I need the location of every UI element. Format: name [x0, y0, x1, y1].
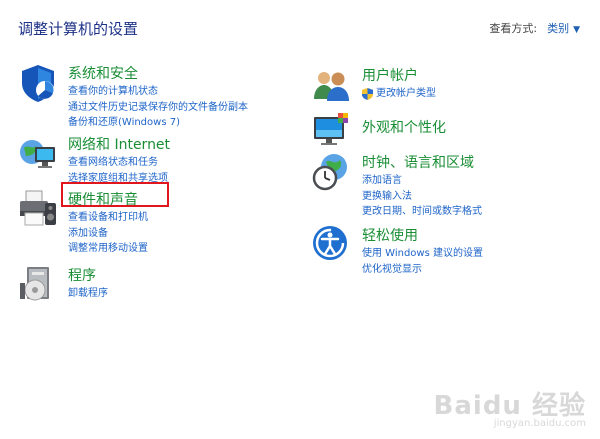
links-ease-of-access: 使用 Windows 建议的设置 优化视觉显示 — [362, 246, 483, 277]
watermark-title: Baidu 经验 — [433, 391, 586, 421]
links-clock-language: 添加语言 更换输入法 更改日期、时间或数字格式 — [362, 173, 482, 220]
category-title-programs[interactable]: 程序 — [68, 265, 96, 285]
printer-icon[interactable] — [18, 189, 58, 229]
view-by-label: 查看方式: — [489, 22, 538, 35]
link-devices-printers[interactable]: 查看设备和打印机 — [68, 210, 148, 226]
category-title-clock-language[interactable]: 时钟、语言和区域 — [362, 152, 474, 172]
category-title-ease-of-access[interactable]: 轻松使用 — [362, 225, 418, 245]
page-title: 调整计算机的设置 — [18, 20, 139, 38]
link-change-account-type[interactable]: 更改帐户类型 — [362, 86, 436, 102]
link-file-history[interactable]: 通过文件历史记录保存你的文件备份副本 — [68, 100, 248, 116]
links-system-security: 查看你的计算机状态 通过文件历史记录保存你的文件备份副本 备份和还原(Windo… — [68, 84, 248, 131]
view-by-dropdown[interactable]: 类别 — [547, 22, 569, 35]
link-change-account-type-label: 更改帐户类型 — [376, 88, 436, 99]
link-recommended-settings[interactable]: 使用 Windows 建议的设置 — [362, 246, 483, 262]
category-title-network[interactable]: 网络和 Internet — [68, 134, 170, 154]
links-hardware-sound: 查看设备和打印机 添加设备 调整常用移动设置 — [68, 210, 148, 257]
view-by: 查看方式: 类别 ▼ — [489, 20, 580, 36]
links-programs: 卸载程序 — [68, 286, 108, 302]
programs-icon[interactable] — [18, 265, 58, 305]
highlight-box — [61, 182, 169, 207]
links-user-accounts: 更改帐户类型 — [362, 86, 436, 102]
link-backup-restore[interactable]: 备份和还原(Windows 7) — [68, 115, 248, 131]
category-title-user-accounts[interactable]: 用户帐户 — [362, 65, 418, 85]
link-change-input-method[interactable]: 更换输入法 — [362, 189, 482, 205]
ease-of-access-icon[interactable] — [312, 225, 352, 265]
link-view-computer-status[interactable]: 查看你的计算机状态 — [68, 84, 248, 100]
clock-globe-icon[interactable] — [312, 152, 352, 192]
uac-shield-icon — [362, 87, 373, 100]
chevron-down-icon[interactable]: ▼ — [573, 25, 580, 35]
link-uninstall-program[interactable]: 卸载程序 — [68, 286, 108, 302]
shield-icon[interactable] — [18, 63, 58, 103]
network-globe-icon[interactable] — [18, 134, 58, 174]
link-date-time-format[interactable]: 更改日期、时间或数字格式 — [362, 204, 482, 220]
users-icon[interactable] — [312, 65, 352, 105]
link-add-device[interactable]: 添加设备 — [68, 226, 148, 242]
link-network-status[interactable]: 查看网络状态和任务 — [68, 155, 168, 171]
category-title-appearance[interactable]: 外观和个性化 — [362, 117, 446, 137]
link-add-language[interactable]: 添加语言 — [362, 173, 482, 189]
link-optimize-display[interactable]: 优化视觉显示 — [362, 262, 483, 278]
monitor-palette-icon[interactable] — [312, 111, 352, 151]
category-title-system-security[interactable]: 系统和安全 — [68, 63, 138, 83]
link-mobility-settings[interactable]: 调整常用移动设置 — [68, 241, 148, 257]
baidu-watermark: Baidu 经验 jingyan.baidu.com — [434, 385, 586, 429]
